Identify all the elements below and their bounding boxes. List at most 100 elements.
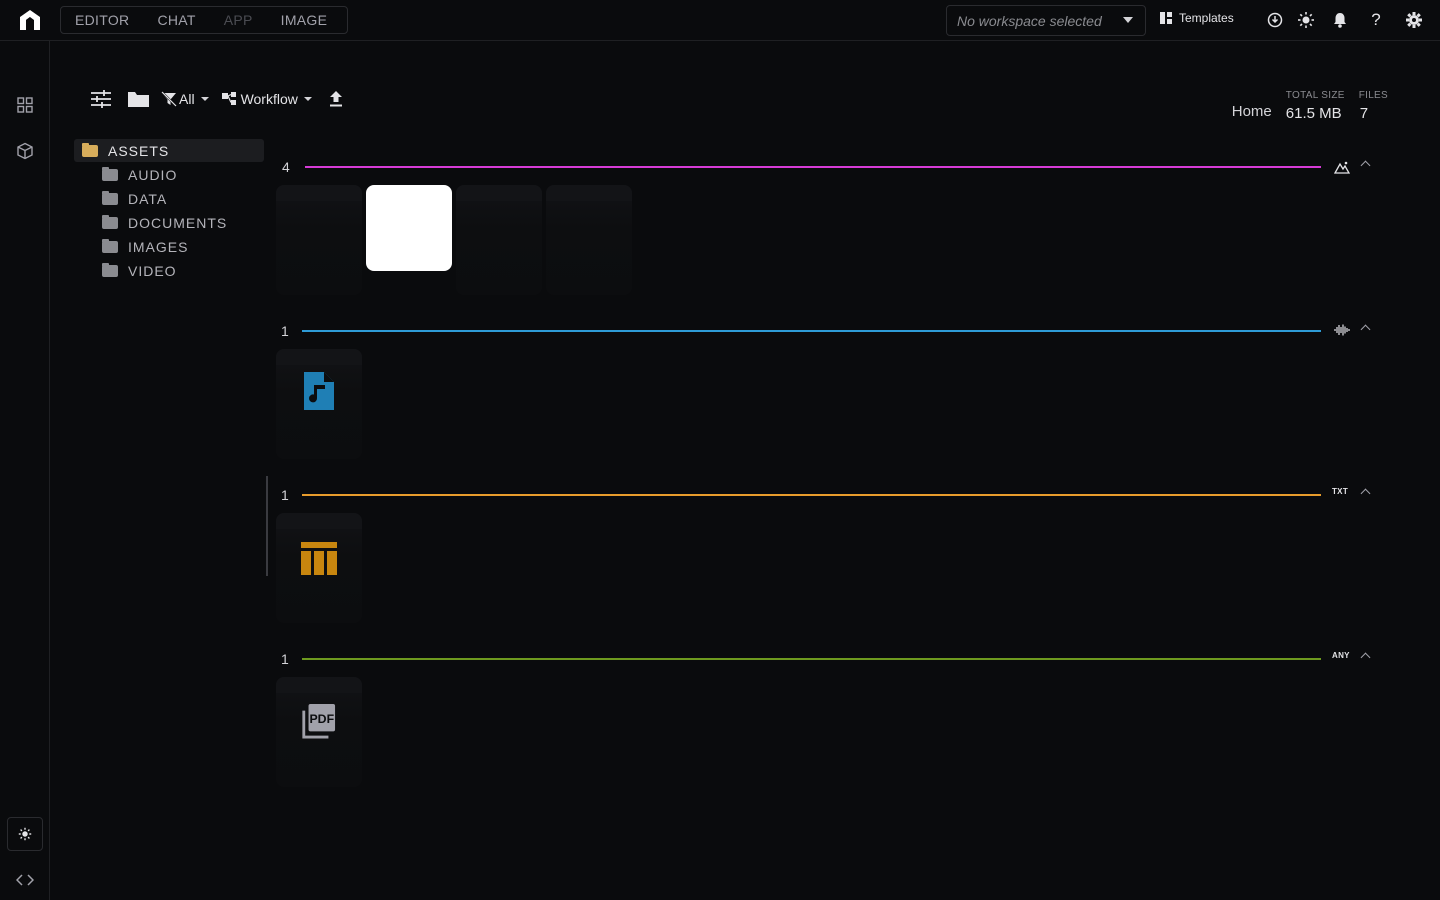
tab-image[interactable]: IMAGE: [267, 7, 342, 33]
sliders-icon: [91, 90, 111, 108]
tree-item-assets[interactable]: ASSETS: [74, 139, 264, 162]
folder-icon: [102, 167, 118, 181]
audio-wave-icon: [1334, 324, 1350, 336]
tree-item-label: ASSETS: [108, 142, 170, 159]
section-type-label: TXT: [1332, 487, 1349, 496]
chevron-down-icon: [1123, 17, 1133, 23]
filter-value: All: [179, 91, 195, 107]
tree-item-label: DOCUMENTS: [128, 215, 228, 231]
breadcrumb-home[interactable]: Home: [1232, 103, 1272, 120]
tree-item-data[interactable]: DATA: [74, 187, 264, 211]
folder-icon: [102, 239, 118, 253]
section-header[interactable]: 1 TXT: [276, 485, 1376, 505]
chevron-up-icon[interactable]: [1360, 160, 1371, 171]
folder-icon: [128, 92, 149, 107]
tab-editor[interactable]: EDITOR: [61, 7, 143, 33]
section-header[interactable]: 1: [276, 321, 1376, 341]
image-icon: [1334, 161, 1350, 174]
tree-item-label: DATA: [128, 191, 168, 207]
asset-section-images: 4: [276, 157, 1376, 295]
folder-icon: [102, 263, 118, 277]
chevron-up-icon[interactable]: [1360, 324, 1371, 335]
templates-icon: [1160, 12, 1172, 24]
left-rail: [0, 41, 50, 900]
tree-item-documents[interactable]: DOCUMENTS: [74, 211, 264, 235]
asset-section-txt: 1 TXT: [276, 485, 1376, 623]
section-count: 4: [282, 159, 290, 175]
folder-tree: ASSETS AUDIO DATA DOCUMENTS IMAGES VIDEO: [74, 139, 264, 283]
section-count: 1: [281, 323, 289, 339]
templates-button[interactable]: Templates: [1160, 11, 1234, 25]
filter-dropdown[interactable]: All: [161, 91, 209, 107]
tree-item-audio[interactable]: AUDIO: [74, 163, 264, 187]
upload-status-icon[interactable]: [1266, 11, 1284, 29]
cube-icon[interactable]: [15, 141, 35, 161]
storage-stats: Home TOTAL SIZE 61.5 MB FILES 7: [1232, 90, 1388, 122]
chevron-down-icon: [200, 97, 209, 101]
section-divider: [302, 658, 1321, 660]
asset-card[interactable]: [276, 349, 362, 459]
mode-tabs: EDITOR CHAT APP IMAGE: [60, 6, 348, 34]
workspace-select[interactable]: No workspace selected: [946, 5, 1146, 36]
tab-app: APP: [223, 12, 253, 28]
tree-item-images[interactable]: IMAGES: [74, 235, 264, 259]
tab-chat[interactable]: CHAT: [143, 7, 209, 33]
asset-card[interactable]: [276, 185, 362, 295]
table-icon: [301, 542, 337, 575]
filter-off-icon: [161, 91, 177, 107]
section-count: 1: [281, 651, 289, 667]
files-value: 7: [1359, 105, 1369, 122]
folder-icon: [82, 142, 98, 157]
asset-card[interactable]: [456, 185, 542, 295]
folder-icon: [102, 215, 118, 229]
total-size-label: TOTAL SIZE: [1285, 90, 1345, 101]
upload-icon: [329, 91, 342, 107]
tree-item-label: VIDEO: [128, 263, 177, 279]
assets-toolbar: All Workflow: [88, 86, 344, 112]
workspace-select-value: No workspace selected: [957, 12, 1102, 29]
audio-file-icon: [304, 372, 334, 410]
chevron-down-icon: [303, 97, 312, 101]
section-count: 1: [281, 487, 289, 503]
chevron-up-icon[interactable]: [1360, 488, 1371, 499]
asset-card[interactable]: PDF: [276, 677, 362, 787]
asset-section-audio: 1: [276, 321, 1376, 459]
bell-icon[interactable]: [1331, 11, 1349, 29]
asset-card[interactable]: [276, 513, 362, 623]
asset-card[interactable]: [546, 185, 632, 295]
group-by-dropdown[interactable]: Workflow: [221, 91, 312, 107]
sun-icon[interactable]: [1297, 11, 1315, 29]
upload-button[interactable]: [328, 90, 344, 108]
help-icon[interactable]: ?: [1367, 10, 1385, 29]
files-label: FILES: [1358, 90, 1388, 101]
app-logo-icon[interactable]: [18, 9, 42, 31]
asset-grid: [276, 349, 362, 459]
pdf-file-icon: PDF: [302, 703, 336, 739]
asset-grid: [276, 513, 362, 623]
asset-grid: PDF: [276, 677, 362, 787]
section-divider: [302, 494, 1321, 496]
total-size-stat: TOTAL SIZE 61.5 MB: [1286, 90, 1345, 122]
folder-button[interactable]: [127, 90, 150, 108]
tree-item-label: AUDIO: [128, 167, 178, 183]
gear-icon[interactable]: [1405, 11, 1423, 29]
sun-icon: [18, 827, 32, 841]
theme-toggle-button[interactable]: [7, 817, 43, 851]
code-icon[interactable]: [15, 870, 35, 890]
tree-item-label: IMAGES: [128, 239, 189, 255]
asset-section-any: 1 ANY PDF: [276, 649, 1376, 787]
section-header[interactable]: 4: [276, 157, 1376, 177]
svg-text:PDF: PDF: [309, 712, 334, 726]
asset-card[interactable]: [366, 185, 452, 271]
panel-resize-handle[interactable]: [266, 476, 268, 576]
top-bar: EDITOR CHAT APP IMAGE No workspace selec…: [0, 0, 1440, 41]
section-divider: [302, 330, 1321, 332]
grid-icon[interactable]: [15, 95, 35, 115]
asset-grid: [276, 185, 632, 295]
chevron-up-icon[interactable]: [1360, 652, 1371, 663]
section-header[interactable]: 1 ANY: [276, 649, 1376, 669]
tree-item-video[interactable]: VIDEO: [74, 259, 264, 283]
workflow-icon: [221, 92, 236, 105]
total-size-value: 61.5 MB: [1285, 105, 1342, 122]
settings-sliders-button[interactable]: [90, 89, 112, 109]
